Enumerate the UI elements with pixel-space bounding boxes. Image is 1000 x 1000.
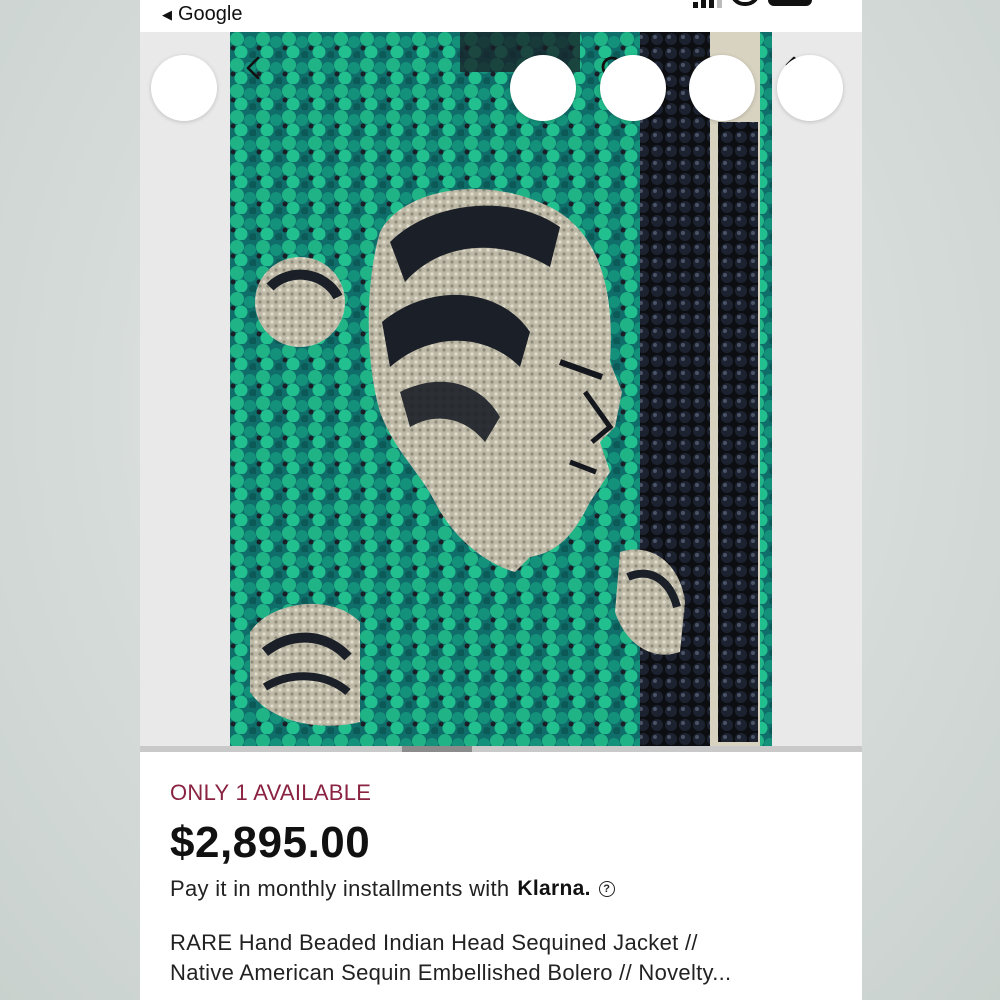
back-triangle-icon: ◀ — [162, 6, 172, 22]
image-carousel-indicator — [140, 746, 862, 752]
listing-title-line-1: RARE Hand Beaded Indian Head Sequined Ja… — [170, 930, 698, 955]
share-button[interactable] — [689, 55, 807, 121]
back-button[interactable] — [151, 55, 260, 121]
price: $2,895.00 — [170, 818, 371, 867]
back-to-google-link[interactable]: ◀ Google — [162, 3, 243, 26]
product-photo[interactable] — [140, 32, 862, 752]
signal-icon — [693, 0, 722, 8]
carousel-position-thumb — [402, 746, 472, 752]
klarna-installments: Pay it in monthly installments with Klar… — [170, 876, 840, 902]
chevron-left-icon — [246, 56, 260, 80]
status-bar: ◀ Google — [140, 0, 862, 32]
help-icon[interactable]: ? — [598, 881, 615, 897]
klarna-logo: Klarna. — [517, 877, 591, 900]
availability-text: ONLY 1 AVAILABLE — [170, 780, 372, 805]
listing-title-line-2: Native American Sequin Embellished Boler… — [170, 960, 732, 985]
listing-info: ONLY 1 AVAILABLE $2,895.00 Pay it in mon… — [170, 780, 840, 988]
phone-screen: ◀ Google ONLY 1 AVAILABLE $2,895.00 Pay … — [140, 0, 862, 1000]
status-icons — [693, 0, 812, 8]
favorite-button[interactable] — [777, 55, 843, 121]
battery-icon — [768, 0, 812, 6]
listing-title[interactable]: RARE Hand Beaded Indian Head Sequined Ja… — [170, 928, 840, 988]
wifi-icon — [730, 0, 760, 6]
back-app-label: Google — [178, 3, 243, 25]
message-seller-button[interactable] — [600, 55, 721, 121]
beaded-jacket-image — [230, 32, 772, 752]
search-button[interactable] — [510, 55, 629, 121]
installments-text: Pay it in monthly installments with — [170, 876, 510, 901]
